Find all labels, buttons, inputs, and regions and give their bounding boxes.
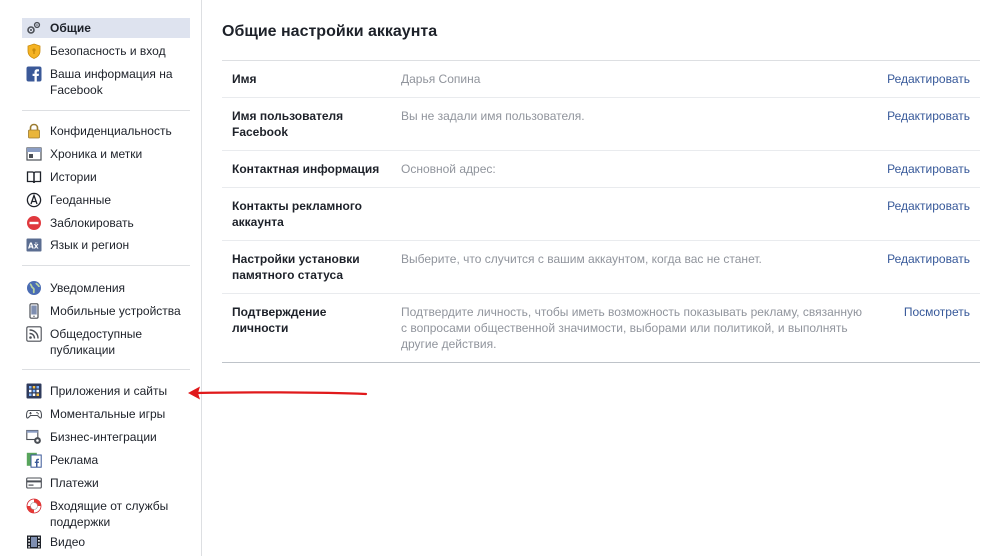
setting-value: Подтвердите личность, чтобы иметь возмож… [401,305,863,351]
setting-label: Настройки установки памятного статуса [232,252,360,282]
settings-sidebar: Общие Безопасность и вход Ваша информаци… [0,0,202,556]
nav-group-notifications: Уведомления Мобильные устройства Общедос… [22,278,190,362]
sidebar-item-video[interactable]: Видео [22,532,190,552]
sidebar-item-ads[interactable]: Реклама [22,450,190,470]
edit-username-link[interactable]: Редактировать [887,108,970,124]
setting-label: Контактная информация [232,162,380,176]
sidebar-divider [22,265,190,266]
setting-value: Вы не задали имя пользователя. [401,109,585,123]
edit-memorialization-link[interactable]: Редактировать [887,251,970,267]
rss-icon [26,326,42,342]
nav-group-apps: Приложения и сайты Моментальные игры Биз… [22,381,190,553]
setting-row-name[interactable]: Имя Дарья Сопина Редактировать [222,61,980,98]
sidebar-item-mobile[interactable]: Мобильные устройства [22,301,190,321]
sidebar-item-label: Моментальные игры [50,407,166,421]
sidebar-item-notifications[interactable]: Уведомления [22,278,190,298]
setting-label: Имя [232,72,257,86]
setting-value: Выберите, что случится с вашим аккаунтом… [401,252,762,266]
location-icon [26,192,42,208]
sidebar-item-label: Уведомления [50,281,126,295]
setting-label: Имя пользователя Facebook [232,109,344,139]
sidebar-item-stories[interactable]: Истории [22,167,190,187]
setting-label: Контакты рекламного аккаунта [232,199,362,229]
sidebar-item-business-integrations[interactable]: Бизнес-интеграции [22,427,190,447]
edit-name-link[interactable]: Редактировать [887,71,970,87]
setting-label: Подтверждение личности [232,305,327,335]
sidebar-item-label: Бизнес-интеграции [50,430,157,444]
sidebar-item-language[interactable]: Aẍ Язык и регион [22,235,190,255]
sidebar-divider [22,369,190,370]
setting-row-username[interactable]: Имя пользователя Facebook Вы не задали и… [222,98,980,151]
svg-text:Aẍ: Aẍ [28,242,39,251]
sidebar-item-support-inbox[interactable]: Входящие от службы поддержки [22,496,190,532]
edit-ad-contacts-link[interactable]: Редактировать [887,198,970,214]
edit-contact-link[interactable]: Редактировать [887,161,970,177]
sidebar-item-label: Хроника и метки [50,147,143,161]
sidebar-item-public-posts[interactable]: Общедоступные публикации [22,324,190,360]
page-title: Общие настройки аккаунта [222,23,438,40]
setting-row-contact[interactable]: Контактная информация Основной адрес: Ре… [222,151,980,188]
sidebar-item-apps-websites[interactable]: Приложения и сайты [22,381,190,401]
globe-icon [26,280,42,296]
sidebar-item-label: Платежи [50,476,99,490]
red-arrow-annotation [188,386,368,400]
card-icon [26,475,42,491]
sidebar-item-label: Ваша информация на Facebook [50,67,173,97]
sidebar-item-label: Реклама [50,453,99,467]
shield-icon [26,43,42,59]
sidebar-item-label: Общедоступные публикации [50,327,143,357]
sidebar-item-label: Безопасность и вход [50,44,166,58]
sidebar-item-blocking[interactable]: Заблокировать [22,213,190,233]
language-icon: Aẍ [26,237,42,253]
sidebar-item-label: Конфиденциальность [50,124,172,138]
gears-icon [26,20,42,36]
ads-icon [26,452,42,468]
sidebar-item-general[interactable]: Общие [22,18,190,38]
sidebar-item-label: Приложения и сайты [50,384,168,398]
settings-table: Имя Дарья Сопина Редактировать Имя польз… [222,60,980,363]
sidebar-item-privacy[interactable]: Конфиденциальность [22,121,190,141]
nav-group-privacy: Конфиденциальность Хроника и метки Истор… [22,121,190,255]
lifebuoy-icon [26,498,42,514]
sidebar-divider [22,110,190,111]
book-icon [26,169,42,185]
gamepad-icon [26,406,42,422]
nav-group-general: Общие Безопасность и вход Ваша информаци… [22,18,190,102]
sidebar-item-location[interactable]: Геоданные [22,190,190,210]
setting-value: Основной адрес: [401,162,496,176]
sidebar-item-your-info[interactable]: Ваша информация на Facebook [22,64,190,100]
setting-row-memorialization[interactable]: Настройки установки памятного статуса Вы… [222,241,980,294]
lock-icon [26,123,42,139]
facebook-icon [26,66,42,82]
block-icon [26,215,42,231]
sidebar-item-instant-games[interactable]: Моментальные игры [22,404,190,424]
setting-row-ad-account-contacts[interactable]: Контакты рекламного аккаунта Редактирова… [222,188,980,241]
sidebar-item-label: Язык и регион [50,238,130,252]
sidebar-item-timeline[interactable]: Хроника и метки [22,144,190,164]
sidebar-item-label: Заблокировать [50,216,134,230]
setting-value: Дарья Сопина [401,72,481,86]
mobile-icon [26,303,42,319]
sidebar-item-label: Мобильные устройства [50,304,181,318]
sidebar-item-label: Истории [50,170,97,184]
timeline-icon [26,146,42,162]
sidebar-item-payments[interactable]: Платежи [22,473,190,493]
business-gear-icon [26,429,42,445]
view-identity-link[interactable]: Посмотреть [904,304,970,320]
video-icon [26,534,42,550]
sidebar-item-label: Видео [50,535,86,549]
sidebar-item-label: Геоданные [50,193,112,207]
setting-row-identity-confirmation[interactable]: Подтверждение личности Подтвердите лично… [222,294,980,362]
sidebar-item-label: Входящие от службы поддержки [50,499,169,529]
sidebar-item-label: Общие [50,21,91,35]
sidebar-item-security[interactable]: Безопасность и вход [22,41,190,61]
apps-icon [26,383,42,399]
